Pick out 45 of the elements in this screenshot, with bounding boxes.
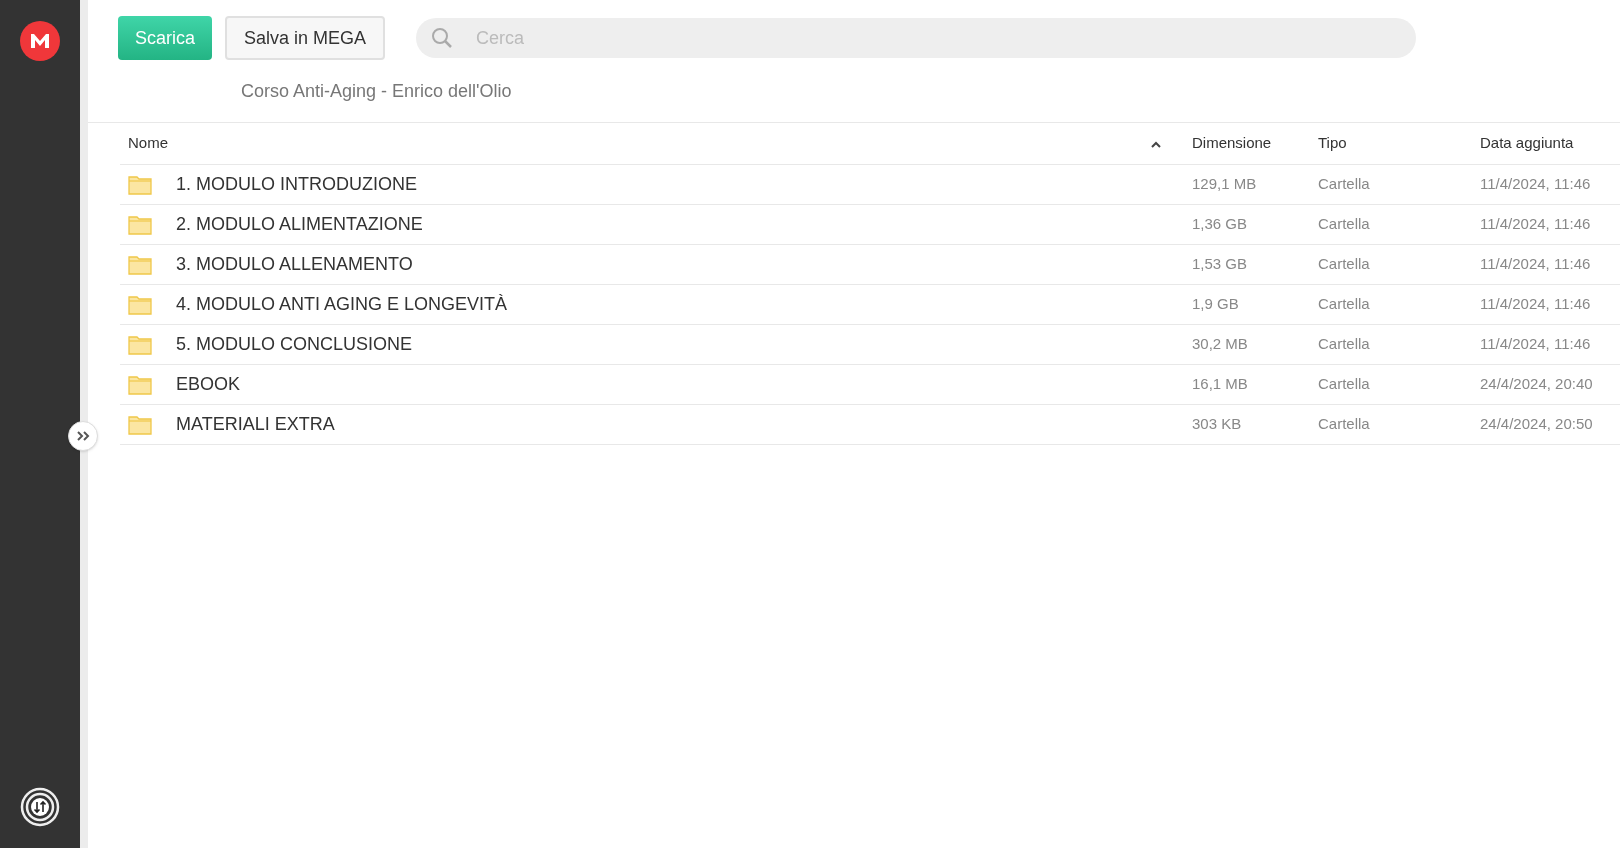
column-header[interactable]: Dimensione (1192, 132, 1318, 155)
size-cell-text: 16,1 MB (1192, 374, 1249, 395)
folder-name[interactable]: 2. MODULO ALIMENTAZIONE (176, 211, 423, 238)
folder-icon (128, 294, 152, 315)
type-cell-text: Cartella (1318, 294, 1371, 315)
date-cell-text: 11/4/2024, 11:46 (1480, 254, 1592, 275)
column-header[interactable]: Nome (128, 132, 168, 155)
folder-icon (128, 214, 152, 235)
folder-icon (128, 414, 152, 435)
size-cell-text: 1,36 GB (1192, 214, 1249, 235)
date-cell-text: 11/4/2024, 11:46 (1480, 174, 1592, 195)
folder-icon (128, 174, 152, 195)
folder-icon (128, 374, 152, 395)
breadcrumb[interactable]: Corso Anti-Aging - Enrico dell'Olio (241, 81, 512, 101)
double-chevron-icon (76, 431, 90, 441)
column-header[interactable]: Tipo (1318, 132, 1480, 155)
folder-name[interactable]: 4. MODULO ANTI AGING E LONGEVITÀ (176, 291, 508, 318)
date-cell-text: 24/4/2024, 20:40 (1480, 374, 1594, 395)
date-cell-text: 11/4/2024, 11:46 (1480, 334, 1592, 355)
folder-name[interactable]: 5. MODULO CONCLUSIONE (176, 331, 413, 358)
date-cell-text: 11/4/2024, 11:46 (1480, 294, 1592, 315)
folder-icon (128, 334, 152, 355)
size-cell-text: 129,1 MB (1192, 174, 1258, 195)
column-header[interactable]: Data aggiunta (1480, 132, 1620, 155)
type-cell-text: Cartella (1318, 414, 1371, 435)
size-cell-text: 30,2 MB (1192, 334, 1249, 355)
size-cell-text: 1,53 GB (1192, 254, 1249, 275)
folder-name[interactable]: 3. MODULO ALLENAMENTO (176, 251, 413, 278)
logo-icon[interactable] (20, 21, 60, 61)
sort-caret-icon[interactable] (1150, 139, 1162, 148)
type-cell-text: Cartella (1318, 374, 1371, 395)
size-cell-text: 1,9 GB (1192, 294, 1240, 315)
transfer-icon[interactable] (20, 787, 60, 827)
type-cell-text: Cartella (1318, 214, 1371, 235)
date-cell-text: 24/4/2024, 20:50 (1480, 414, 1594, 435)
date-cell-text: 11/4/2024, 11:46 (1480, 214, 1592, 235)
save-button[interactable]: Salva in MEGA (225, 16, 386, 60)
folder-name[interactable]: EBOOK (176, 371, 241, 398)
folder-name[interactable]: MATERIALI EXTRA (176, 411, 335, 438)
type-cell-text: Cartella (1318, 174, 1371, 195)
folder-icon (128, 254, 152, 275)
size-cell-text: 303 KB (1192, 414, 1243, 435)
folder-name[interactable]: 1. MODULO INTRODUZIONE (176, 171, 417, 198)
type-cell-text: Cartella (1318, 254, 1371, 275)
type-cell-text: Cartella (1318, 334, 1371, 355)
